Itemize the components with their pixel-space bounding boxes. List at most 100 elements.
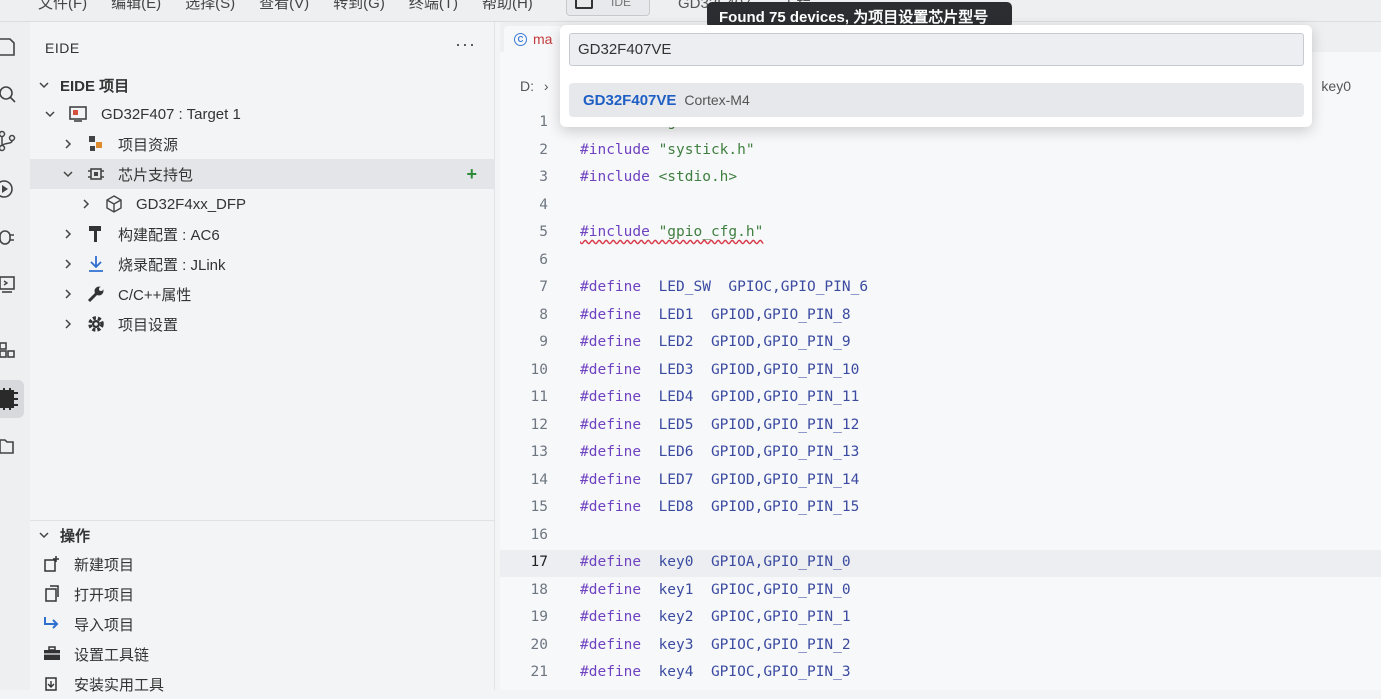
code-line[interactable]: 9 #define LED2 GPIOD,GPIO_PIN_9 [500, 330, 1381, 357]
code-line[interactable]: 16 [500, 523, 1381, 550]
tree-item-cpp-properties[interactable]: C/C++属性 [30, 279, 495, 309]
line-number: 15 [530, 499, 548, 515]
code-keyword: #define [580, 471, 642, 488]
chevron-right-icon [65, 229, 72, 239]
breadcrumb-symbol[interactable]: key0 [1321, 78, 1351, 94]
add-package-icon[interactable]: + [466, 164, 477, 185]
wrench-icon [87, 286, 104, 303]
menu-help[interactable]: 帮助(H) [482, 0, 533, 13]
command-center[interactable]: IDE [566, 0, 650, 16]
section-actions[interactable]: 操作 [30, 520, 495, 550]
code-body: LED1 GPIOD,GPIO_PIN_8 [641, 306, 851, 323]
code-keyword: #include [580, 141, 650, 158]
code-line[interactable]: 15 #define LED8 GPIOD,GPIO_PIN_15 [500, 495, 1381, 522]
code-line[interactable]: 4 [500, 193, 1381, 220]
action-install-tools[interactable]: 安装实用工具 [30, 669, 495, 699]
menu-terminal[interactable]: 终端(T) [409, 0, 458, 13]
menu-file[interactable]: 文件(F) [38, 0, 87, 13]
menu-view[interactable]: 查看(V) [259, 0, 309, 13]
code-line[interactable]: 11 #define LED4 GPIOD,GPIO_PIN_11 [500, 385, 1381, 412]
result-device-core: Cortex-M4 [684, 92, 750, 108]
code-keyword: #include [580, 169, 650, 185]
code-line[interactable]: 13 #define LED6 GPIOD,GPIO_PIN_13 [500, 440, 1381, 467]
bug-icon[interactable] [0, 226, 22, 248]
tree-item-chip-support-pack[interactable]: 芯片支持包 + [30, 159, 495, 189]
more-actions-icon[interactable]: ··· [455, 34, 476, 55]
code-line[interactable]: 10 #define LED3 GPIOD,GPIO_PIN_10 [500, 358, 1381, 385]
menu-edit[interactable]: 编辑(E) [111, 0, 161, 13]
code-text: #define LED8 GPIOD,GPIO_PIN_15 [580, 499, 859, 515]
code-line[interactable]: 17 #define key0 GPIOA,GPIO_PIN_0 [500, 550, 1381, 577]
folder-stack-icon[interactable] [0, 436, 22, 458]
device-quickpick: GD32F407VE Cortex-M4 [560, 25, 1312, 127]
chevron-right-icon [65, 259, 72, 269]
tree-item-flash-config[interactable]: 烧录配置 : JLink [30, 249, 495, 279]
code-line[interactable]: 21 #define key4 GPIOC,GPIO_PIN_3 [500, 660, 1381, 687]
code-text: #define key3 GPIOC,GPIO_PIN_2 [580, 637, 851, 653]
tab-main-c[interactable]: C ma [504, 26, 563, 52]
menu-selection[interactable]: 选择(S) [185, 0, 235, 13]
line-number: 4 [539, 196, 548, 213]
remote-icon[interactable] [0, 274, 22, 296]
action-new-project[interactable]: 新建项目 [30, 549, 495, 579]
line-number: 21 [530, 664, 548, 680]
tree-item-dfp[interactable]: GD32F4xx_DFP [30, 189, 495, 219]
eide-chip-icon[interactable] [0, 380, 24, 418]
section-eide-project[interactable]: EIDE 项目 [30, 70, 495, 100]
code-line[interactable]: 19 #define key2 GPIOC,GPIO_PIN_1 [500, 605, 1381, 632]
tree-item-label: GD32F4xx_DFP [136, 195, 247, 213]
action-open-project[interactable]: 打开项目 [30, 579, 495, 609]
code-body: <stdio.h> [649, 169, 738, 185]
tree-item-project-settings[interactable]: 项目设置 [30, 309, 495, 339]
code-body: key4 GPIOC,GPIO_PIN_3 [641, 664, 851, 680]
open-project-icon [45, 585, 59, 602]
line-number: 2 [539, 141, 548, 158]
code-line[interactable]: 20 #define key3 GPIOC,GPIO_PIN_2 [500, 633, 1381, 660]
search-icon[interactable] [0, 84, 22, 106]
action-label: 打开项目 [74, 586, 135, 604]
code-body: LED4 GPIOD,GPIO_PIN_11 [641, 389, 860, 405]
chevron-right-icon: › [543, 78, 549, 94]
code-text: #define key2 GPIOC,GPIO_PIN_1 [580, 609, 851, 625]
chevron-right-icon [83, 199, 90, 209]
tree-item-project[interactable]: GD32F407 : Target 1 [30, 99, 495, 129]
code-text: #define key0 GPIOA,GPIO_PIN_0 [580, 554, 851, 570]
line-number: 12 [530, 416, 548, 433]
tree-item-label: 烧录配置 : JLink [118, 256, 226, 274]
code-line[interactable]: 6 [500, 248, 1381, 275]
code-line[interactable]: 8 #define LED1 GPIOD,GPIO_PIN_8 [500, 303, 1381, 330]
tree-item-project-resources[interactable]: 项目资源 [30, 129, 495, 159]
run-debug-icon[interactable] [0, 178, 22, 200]
tree-item-build-config[interactable]: 构建配置 : AC6 [30, 219, 495, 249]
device-search-input[interactable] [569, 33, 1304, 66]
section-title: 操作 [60, 527, 91, 545]
code-line[interactable]: 14 #define LED7 GPIOD,GPIO_PIN_14 [500, 468, 1381, 495]
explorer-icon[interactable] [0, 36, 22, 58]
code-line[interactable]: 2 #include "systick.h" [500, 138, 1381, 165]
menu-go[interactable]: 转到(G) [333, 0, 385, 13]
line-number: 8 [539, 306, 548, 323]
quickpick-result-item[interactable]: GD32F407VE Cortex-M4 [569, 83, 1304, 117]
code-body: key3 GPIOC,GPIO_PIN_2 [641, 636, 851, 653]
extensions-icon[interactable] [0, 340, 22, 362]
code-keyword: #define [580, 609, 642, 625]
chevron-down-icon [39, 82, 49, 89]
code-body: "systick.h" [649, 141, 755, 158]
project-name: GD32F407 : Target 1 [101, 105, 241, 123]
code-line[interactable]: 3 #include <stdio.h> [500, 165, 1381, 192]
breadcrumb[interactable]: D: › [520, 78, 549, 94]
action-import-project[interactable]: 导入项目 [30, 609, 495, 639]
chip-icon [88, 168, 104, 180]
project-resources-icon [89, 136, 102, 151]
source-control-icon[interactable] [0, 130, 22, 152]
new-project-icon [44, 556, 59, 572]
code-line[interactable]: 12 #define LED5 GPIOD,GPIO_PIN_12 [500, 413, 1381, 440]
chevron-down-icon [39, 532, 49, 539]
code-line[interactable]: 5 #include "gpio_cfg.h" [500, 220, 1381, 247]
package-icon [106, 195, 122, 213]
breadcrumb-drive[interactable]: D: [520, 78, 534, 94]
code-line[interactable]: 18 #define key1 GPIOC,GPIO_PIN_0 [500, 578, 1381, 605]
code-line[interactable]: 7 #define LED_SW GPIOC,GPIO_PIN_6 [500, 275, 1381, 302]
code-text: #define LED7 GPIOD,GPIO_PIN_14 [580, 472, 859, 488]
action-setup-toolchain[interactable]: 设置工具链 [30, 639, 495, 669]
